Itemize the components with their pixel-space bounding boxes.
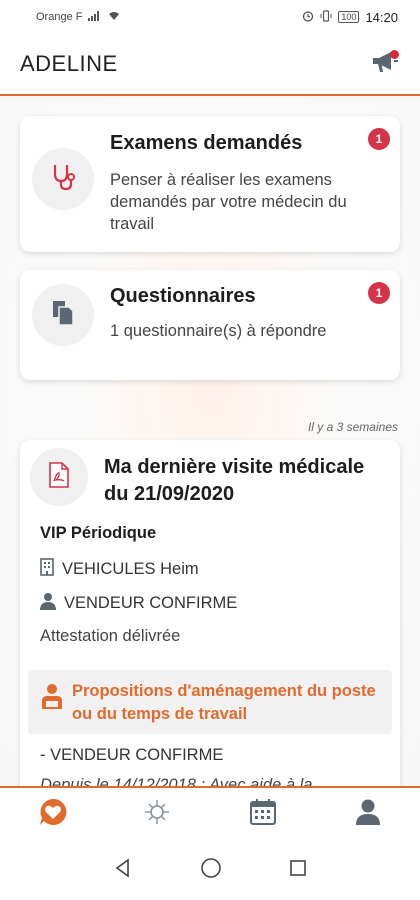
visit-status: Attestation délivrée [40,627,181,645]
exams-badge: 1 [368,128,390,150]
system-nav-bar [0,840,420,900]
status-left: Orange F [36,10,120,24]
stethoscope-icon-wrap [32,148,94,210]
exams-title: Examens demandés [110,132,303,154]
wifi-icon [108,11,120,24]
proposal-job: - VENDEUR CONFIRME [40,746,224,764]
nav-calendar[interactable] [233,792,293,836]
building-icon [40,558,54,581]
company-row: VEHICULES Heim [40,558,199,581]
pdf-icon [48,461,70,493]
recents-icon[interactable] [289,859,307,882]
page-title: ADELINE [20,51,118,76]
nav-profile[interactable] [338,792,398,836]
visit-type: VIP Périodique [40,524,157,542]
questionnaires-card[interactable]: Questionnaires 1 questionnaire(s) à répo… [20,270,400,380]
main-content[interactable]: Examens demandés Penser à réaliser les e… [0,98,420,786]
stethoscope-icon [49,162,77,197]
announcements-button[interactable] [368,47,402,81]
proposal-detail: Depuis le 14/12/2018 : Avec aide à la [40,776,313,786]
signal-icon [88,10,102,24]
visit-title: Ma dernière visite médicale du 21/09/202… [104,456,365,505]
last-visit-card[interactable]: Ma dernière visite médicale du 21/09/202… [20,440,400,786]
questionnaires-text: 1 questionnaire(s) à répondre [110,322,327,340]
battery-icon: 100 [338,11,360,23]
bottom-nav [0,786,420,840]
proposal-title: Propositions d'aménagement du poste ou d… [72,682,376,723]
proposal-box[interactable]: Propositions d'aménagement du poste ou d… [28,670,392,734]
calendar-icon [249,798,277,831]
status-right: 100 14:20 [302,10,398,25]
alarm-icon [302,10,314,25]
profile-icon [355,798,381,831]
questionnaires-title: Questionnaires [110,285,256,307]
visit-timestamp: Il y a 3 semaines [307,420,398,434]
nav-covid[interactable] [128,792,188,836]
app-header: ADELINE [0,34,420,96]
carrier-label: Orange F [36,11,83,23]
workstation-icon [40,683,64,716]
home-icon[interactable] [200,857,222,884]
job-title: VENDEUR CONFIRME [64,594,238,612]
back-icon[interactable] [113,857,133,883]
vibrate-icon [320,9,332,25]
pdf-icon-wrap[interactable] [30,448,88,506]
documents-icon-wrap [32,284,94,346]
notification-dot [390,50,399,59]
exams-text: Penser à réaliser les examens demandés p… [110,171,347,233]
job-row: VENDEUR CONFIRME [40,592,237,615]
exams-card[interactable]: Examens demandés Penser à réaliser les e… [20,116,400,252]
nav-home[interactable] [23,792,83,836]
clock: 14:20 [365,9,398,25]
person-icon [40,592,56,615]
documents-icon [50,299,76,332]
company-name: VEHICULES Heim [62,560,199,578]
status-bar: Orange F 100 14:20 [0,0,420,34]
questionnaires-badge: 1 [368,282,390,304]
heart-chat-icon [38,797,68,832]
battery-level: 100 [341,12,357,22]
virus-icon [143,797,173,832]
